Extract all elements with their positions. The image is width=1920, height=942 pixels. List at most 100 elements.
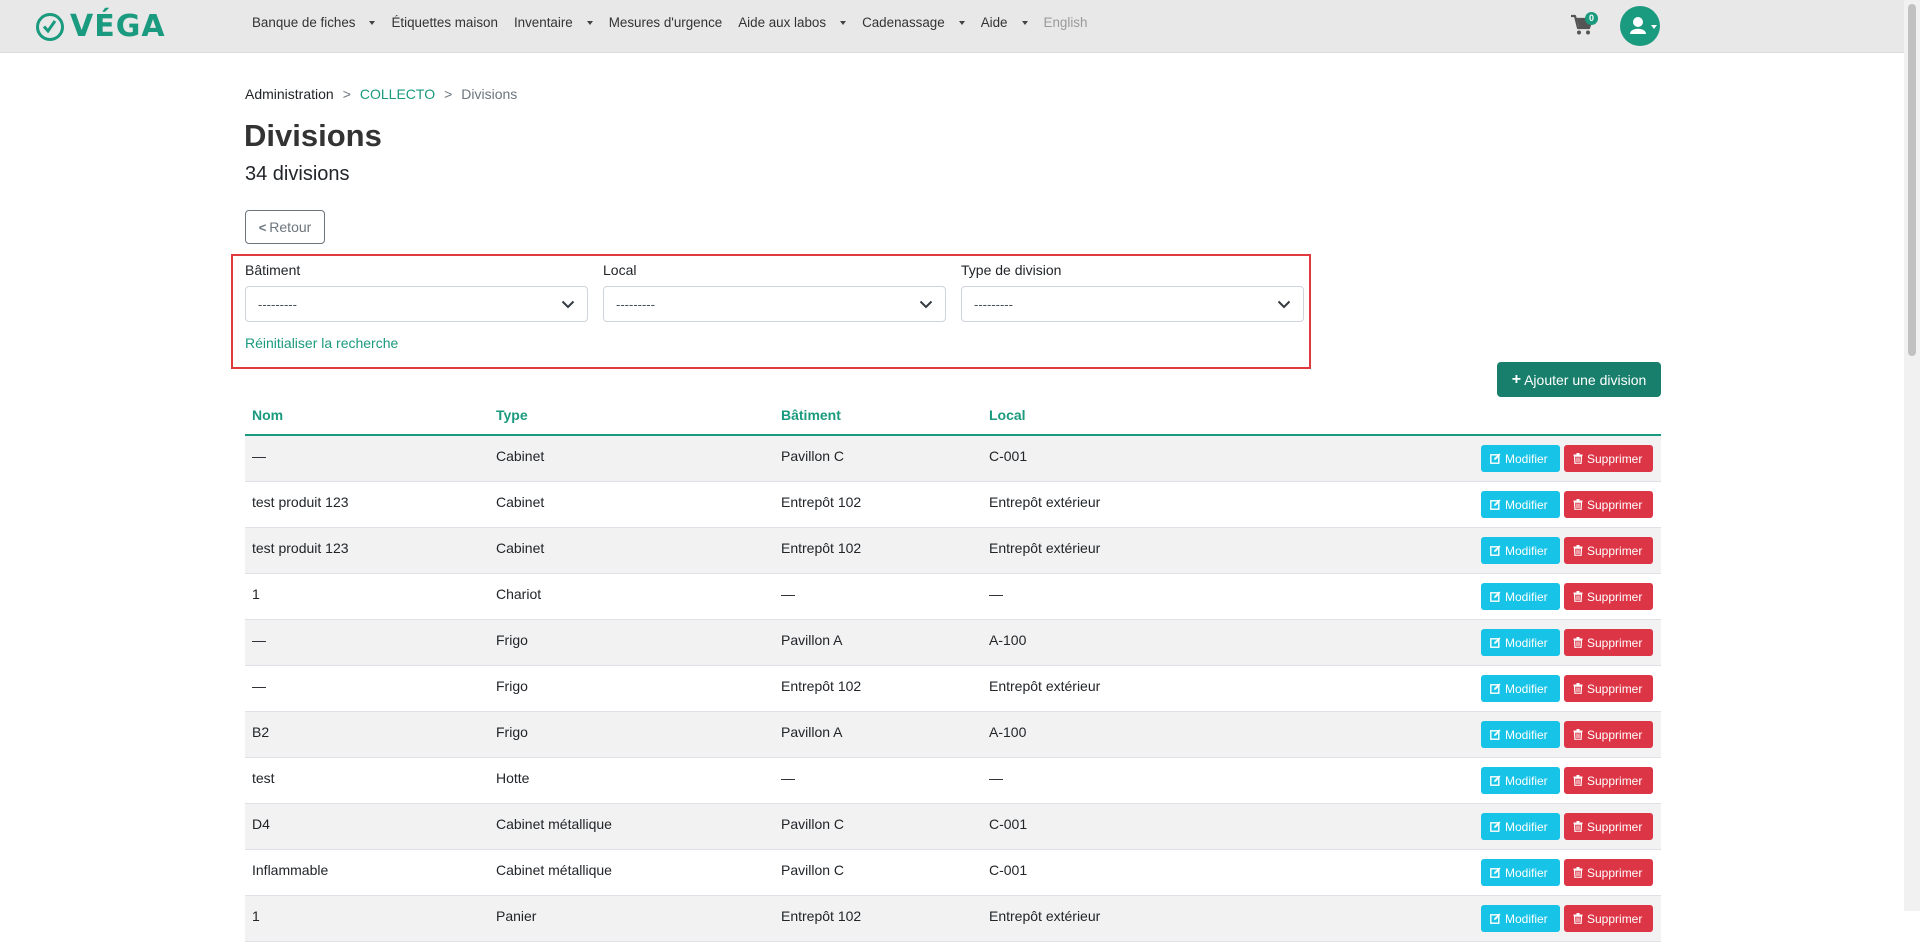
delete-button[interactable]: Supprimer — [1564, 905, 1653, 932]
division-type-select[interactable]: --------- — [961, 286, 1304, 322]
main-menu: Banque de fiches Étiquettes maison Inven… — [252, 15, 1103, 30]
edit-button-label: Modifier — [1505, 865, 1548, 880]
cell-name: test — [252, 770, 275, 786]
cell-type: Panier — [496, 908, 537, 924]
edit-icon — [1490, 775, 1501, 786]
cell-type: Frigo — [496, 678, 528, 694]
edit-icon — [1490, 499, 1501, 510]
edit-button-label: Modifier — [1505, 773, 1548, 788]
divisions-table: Nom Type Bâtiment Local — Cabinet Pavillon… — [245, 400, 1661, 942]
table-row: test produit 123 Cabinet Entrepôt 102 Entre… — [245, 528, 1661, 574]
row-actions: Modifier Supprimer — [1481, 629, 1653, 656]
room-select-value: --------- — [616, 296, 655, 312]
breadcrumb-collecto[interactable]: COLLECTO — [360, 86, 435, 102]
caret-down-icon — [1021, 20, 1028, 25]
cell-room: Entrepôt extérieur — [989, 908, 1101, 924]
edit-button[interactable]: Modifier — [1481, 537, 1560, 564]
filter-division-type: Type de division --------- — [961, 262, 1304, 322]
breadcrumb-administration[interactable]: Administration — [245, 86, 334, 102]
column-header-building[interactable]: Bâtiment — [781, 407, 841, 423]
delete-button[interactable]: Supprimer — [1564, 675, 1653, 702]
cell-room: A-100 — [989, 724, 1027, 740]
cell-building: Pavillon C — [781, 862, 845, 878]
delete-button[interactable]: Supprimer — [1564, 491, 1653, 518]
edit-button-label: Modifier — [1505, 635, 1548, 650]
nav-inventaire[interactable]: Inventaire — [514, 15, 593, 30]
delete-button[interactable]: Supprimer — [1564, 721, 1653, 748]
edit-button[interactable]: Modifier — [1481, 905, 1560, 932]
trash-icon — [1573, 775, 1583, 786]
cell-name: — — [252, 678, 266, 694]
nav-cadenassage[interactable]: Cadenassage — [862, 15, 965, 30]
trash-icon — [1573, 591, 1583, 602]
row-actions: Modifier Supprimer — [1481, 491, 1653, 518]
cell-name: — — [252, 632, 266, 648]
delete-button-label: Supprimer — [1587, 819, 1643, 834]
delete-button[interactable]: Supprimer — [1564, 537, 1653, 564]
cell-type: Cabinet — [496, 540, 545, 556]
caret-down-icon — [840, 20, 847, 25]
delete-button[interactable]: Supprimer — [1564, 767, 1653, 794]
edit-button[interactable]: Modifier — [1481, 675, 1560, 702]
edit-button[interactable]: Modifier — [1481, 813, 1560, 840]
delete-button[interactable]: Supprimer — [1564, 629, 1653, 656]
logo-text: VÉGA — [70, 9, 166, 44]
edit-icon — [1490, 453, 1501, 464]
delete-button[interactable]: Supprimer — [1564, 445, 1653, 472]
edit-button-label: Modifier — [1505, 681, 1548, 696]
cell-type: Cabinet métallique — [496, 816, 612, 832]
back-button[interactable]: < Retour — [245, 210, 325, 244]
cell-room: A-100 — [989, 632, 1027, 648]
filter-division-type-label: Type de division — [961, 262, 1062, 278]
cell-building: Pavillon C — [781, 448, 845, 464]
edit-button[interactable]: Modifier — [1481, 445, 1560, 472]
room-select[interactable]: --------- — [603, 286, 946, 322]
nav-label: Inventaire — [513, 15, 573, 30]
check-logo-icon — [36, 13, 64, 41]
scrollbar-thumb[interactable] — [1908, 4, 1916, 356]
edit-icon — [1490, 545, 1501, 556]
filter-room: Local --------- — [603, 262, 946, 322]
column-header-type[interactable]: Type — [496, 407, 528, 423]
reset-search-link[interactable]: Réinitialiser la recherche — [245, 335, 398, 351]
nav-etiquettes-maison[interactable]: Étiquettes maison — [391, 15, 497, 30]
cart-button[interactable]: 0 — [1570, 12, 1598, 38]
nav-language-english[interactable]: English — [1044, 15, 1088, 30]
edit-button[interactable]: Modifier — [1481, 629, 1560, 656]
trash-icon — [1573, 683, 1583, 694]
cell-name: — — [252, 448, 266, 464]
user-menu-button[interactable] — [1620, 6, 1660, 46]
delete-button[interactable]: Supprimer — [1564, 813, 1653, 840]
edit-button[interactable]: Modifier — [1481, 583, 1560, 610]
nav-aide[interactable]: Aide — [981, 15, 1028, 30]
trash-icon — [1573, 867, 1583, 878]
cell-type: Cabinet — [496, 494, 545, 510]
nav-mesures-urgence[interactable]: Mesures d'urgence — [609, 15, 722, 30]
vega-logo[interactable]: VÉGA — [36, 9, 166, 45]
division-type-select-value: --------- — [974, 296, 1013, 312]
edit-button[interactable]: Modifier — [1481, 491, 1560, 518]
edit-button[interactable]: Modifier — [1481, 767, 1560, 794]
cell-name: 1 — [252, 908, 260, 924]
column-header-room[interactable]: Local — [989, 407, 1026, 423]
delete-button[interactable]: Supprimer — [1564, 859, 1653, 886]
delete-button[interactable]: Supprimer — [1564, 583, 1653, 610]
building-select[interactable]: --------- — [245, 286, 588, 322]
cell-room: C-001 — [989, 862, 1028, 878]
vertical-scrollbar[interactable] — [1904, 0, 1920, 911]
cell-room: C-001 — [989, 816, 1028, 832]
nav-label: Banque de fiches — [252, 15, 356, 30]
add-division-button[interactable]: + Ajouter une division — [1497, 362, 1661, 397]
filter-building: Bâtiment --------- — [245, 262, 588, 322]
edit-button[interactable]: Modifier — [1481, 859, 1560, 886]
edit-button[interactable]: Modifier — [1481, 721, 1560, 748]
cell-type: Cabinet — [496, 448, 545, 464]
nav-aide-aux-labos[interactable]: Aide aux labos — [738, 15, 847, 30]
breadcrumb-separator: > — [342, 86, 351, 102]
caret-down-icon — [586, 20, 593, 25]
column-header-name[interactable]: Nom — [252, 407, 283, 423]
chevron-down-icon — [561, 300, 575, 308]
delete-button-label: Supprimer — [1587, 589, 1643, 604]
nav-banque-de-fiches[interactable]: Banque de fiches — [252, 15, 376, 30]
cell-room: — — [989, 586, 1003, 602]
